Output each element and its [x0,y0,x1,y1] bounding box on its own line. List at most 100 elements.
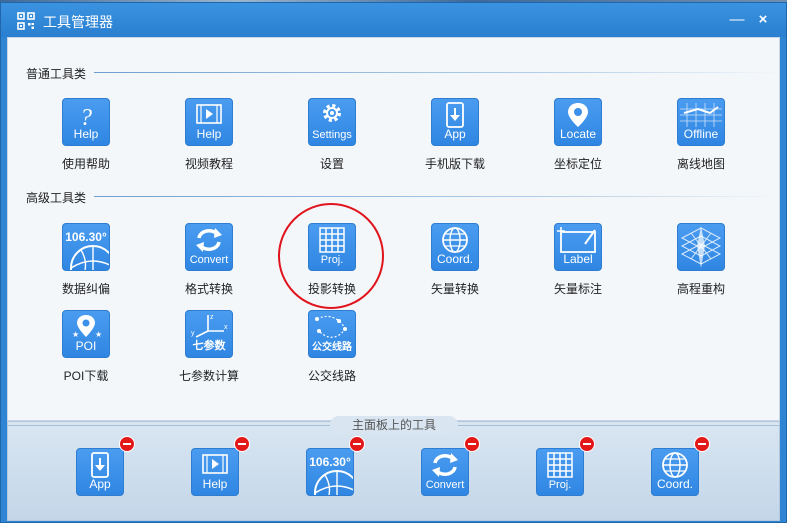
tool-bus-route[interactable]: 公交线路 公交线路 [282,310,382,384]
remove-button[interactable] [234,436,250,452]
tool-vector-label[interactable]: Label 矢量标注 [528,223,628,297]
tool-label: 手机版下载 [424,157,485,171]
tool-tile[interactable]: Coord. [651,448,699,496]
remove-button[interactable] [119,436,135,452]
tile-caption: Proj. [548,479,572,491]
tool-tile[interactable]: ★ ★ POI [62,310,110,358]
globe-quarter-icon: 106.30° [309,455,353,495]
tool-tile[interactable]: Locate [554,98,602,146]
svg-text:z: z [210,314,214,321]
pinned-tool-projection[interactable]: Proj. [535,436,595,498]
pinned-tool-convert[interactable]: Convert [420,436,480,498]
svg-text:★: ★ [95,330,102,339]
elevation-icon [680,226,722,268]
minimize-button[interactable]: — [727,10,747,30]
tile-caption: Offline [683,127,719,141]
remove-button[interactable] [694,436,710,452]
section-divider [94,72,784,73]
tile-caption: 公交线路 [312,342,352,353]
titlebar[interactable]: 工具管理器 — × [1,3,786,37]
tool-tile[interactable]: App [431,98,479,146]
tile-caption: POI [75,339,97,353]
tile-caption: 七参数 [192,340,226,352]
tool-seven-parameter[interactable]: z x y 七参数 七参数计算 [159,310,259,384]
svg-text:x: x [224,324,228,331]
tool-tile[interactable]: Convert [185,223,233,271]
tool-label: POI下载 [63,369,109,383]
tool-tile[interactable]: Label [554,223,602,271]
close-button[interactable]: × [753,10,773,30]
tool-tile[interactable] [677,223,725,271]
tool-label: 使用帮助 [61,157,110,171]
tool-tile[interactable]: z x y 七参数 [185,310,233,358]
window-title: 工具管理器 [43,14,113,30]
tile-caption: Coord. [656,477,694,491]
tool-label: 高程重构 [676,282,725,296]
tile-caption: App [444,127,466,141]
tool-tile[interactable]: Proj. [536,448,584,496]
tile-caption: Label [563,252,593,266]
svg-text:y: y [191,330,195,337]
tool-format-convert[interactable]: Convert 格式转换 [159,223,259,297]
tool-data-correction[interactable]: 106.30° 数据纠偏 [36,223,136,297]
tool-tile[interactable]: ? Help [62,98,110,146]
tool-tile[interactable]: 106.30° [306,448,354,496]
tool-video-tutorial[interactable]: Help 视频教程 [159,98,259,172]
tool-label: 视频教程 [184,157,233,171]
section-title-general: 普通工具类 [26,67,87,81]
tool-tile[interactable]: Help [191,448,239,496]
svg-text:★: ★ [72,330,79,339]
tile-caption: 106.30° [309,455,351,469]
tool-label: 公交线路 [307,369,356,383]
tool-poi-download[interactable]: ★ ★ POI POI下载 [36,310,136,384]
tile-caption: App [89,477,111,491]
pinned-tool-coord[interactable]: Coord. [650,436,710,498]
tile-caption: Settings [312,129,352,141]
tool-settings[interactable]: Settings 设置 [282,98,382,172]
tool-tile[interactable]: 公交线路 [308,310,356,358]
tool-label: 矢量转换 [430,282,479,296]
section-divider [94,196,784,197]
tool-manager-window: 工具管理器 — × 普通工具类 高级工具类 ? Help 使用帮助 Help 视… [0,2,787,523]
tool-label: 矢量标注 [553,282,602,296]
tool-label: 数据纠偏 [61,282,110,296]
tool-label: 设置 [319,157,344,171]
tool-label: 坐标定位 [553,157,602,171]
tile-caption: Locate [559,127,597,141]
tool-tile[interactable]: 106.30° [62,223,110,271]
pinned-tool-app[interactable]: App [75,436,135,498]
tool-label: 离线地图 [676,157,725,171]
tool-tile[interactable]: Offline [677,98,725,146]
tile-caption: Coord. [436,252,474,266]
qr-code-icon [17,12,35,30]
tool-coordinate-locate[interactable]: Locate 坐标定位 [528,98,628,172]
tool-help[interactable]: ? Help 使用帮助 [36,98,136,172]
main-panel-tools: 主面板上的工具 App Help 106.30° Convert Proj. C… [7,416,780,521]
tool-vector-convert[interactable]: Coord. 矢量转换 [405,223,505,297]
tool-tile[interactable]: Settings [308,98,356,146]
tile-caption: Help [202,477,228,491]
tool-mobile-download[interactable]: App 手机版下载 [405,98,505,172]
tool-tile[interactable]: Coord. [431,223,479,271]
pinned-tool-help[interactable]: Help [190,436,250,498]
tool-elevation-rebuild[interactable]: 高程重构 [651,223,751,297]
pinned-tool-data-correction[interactable]: 106.30° [305,436,365,498]
tool-offline-map[interactable]: Offline 离线地图 [651,98,751,172]
tool-tile[interactable]: Convert [421,448,469,496]
remove-button[interactable] [579,436,595,452]
tile-caption: 106.30° [65,230,107,244]
remove-button[interactable] [349,436,365,452]
tile-caption: Help [73,127,99,141]
tile-caption: Convert [189,254,229,266]
section-title-advanced: 高级工具类 [26,191,87,205]
remove-button[interactable] [464,436,480,452]
tool-tile[interactable]: Help [185,98,233,146]
tool-label: 七参数计算 [178,369,239,383]
tool-label: 格式转换 [184,282,233,296]
tools-panel: 普通工具类 高级工具类 ? Help 使用帮助 Help 视频教程 Settin… [7,37,784,421]
footer-title: 主面板上的工具 [330,416,458,434]
footer-divider [8,425,330,426]
tile-caption: Convert [425,479,465,491]
tool-tile[interactable]: App [76,448,124,496]
highlight-circle [278,203,384,309]
